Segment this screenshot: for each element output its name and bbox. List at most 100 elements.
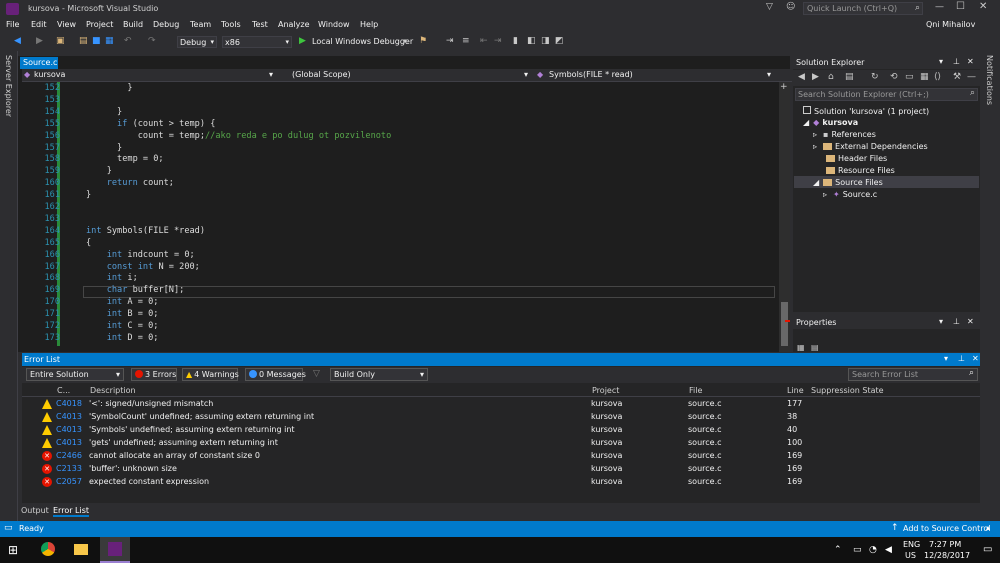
open-icon[interactable]: ▤ bbox=[79, 36, 88, 46]
feedback-icon[interactable]: ☺ bbox=[786, 2, 795, 12]
col-file[interactable]: File bbox=[689, 386, 702, 395]
error-row[interactable]: C4013 'gets' undefined; assuming extern r… bbox=[22, 437, 980, 450]
wrench-icon[interactable]: ⚒ bbox=[953, 72, 961, 82]
server-explorer-tab[interactable]: Server Explorer bbox=[4, 55, 13, 117]
error-row[interactable]: ✕ C2133 'buffer': unknown size kursova sourc… bbox=[22, 463, 980, 476]
minimize-button[interactable]: — bbox=[935, 2, 944, 12]
collapsed-arrow-icon[interactable]: ▹ bbox=[813, 130, 817, 139]
bookmark-next-icon[interactable]: ◨ bbox=[541, 36, 550, 46]
code-line[interactable]: 156 count = temp;//ako reda e po dulug o… bbox=[22, 131, 780, 143]
chevron-down-icon[interactable]: ▾ bbox=[269, 70, 273, 81]
menu-team[interactable]: Team bbox=[190, 20, 211, 29]
scrollbar-thumb[interactable] bbox=[781, 302, 788, 346]
code-text[interactable]: return count; bbox=[86, 178, 174, 188]
code-line[interactable]: 152 } bbox=[22, 83, 780, 95]
error-code[interactable]: C2133 bbox=[56, 464, 82, 473]
nav-member-dropdown[interactable]: Symbols(FILE * read) bbox=[549, 70, 633, 81]
clock-date[interactable]: 12/28/2017 bbox=[924, 551, 970, 560]
code-text[interactable]: int indcount = 0; bbox=[86, 250, 195, 260]
code-text[interactable]: const int N = 200; bbox=[86, 262, 200, 272]
close-icon[interactable]: ✕ bbox=[972, 354, 979, 363]
filter-icon[interactable]: ▽ bbox=[313, 369, 320, 379]
error-row[interactable]: ✕ C2057 expected constant expression kursov… bbox=[22, 476, 980, 489]
code-line[interactable]: 160 return count; bbox=[22, 178, 780, 190]
attach-icon[interactable]: ⚑ bbox=[419, 36, 427, 46]
bookmark-clear-icon[interactable]: ◩ bbox=[555, 36, 564, 46]
code-text[interactable]: char buffer[N]; bbox=[86, 285, 185, 295]
menu-analyze[interactable]: Analyze bbox=[278, 20, 310, 29]
run-dropdown-icon[interactable]: ▾ bbox=[403, 37, 407, 45]
code-line[interactable]: 167 const int N = 200; bbox=[22, 262, 780, 274]
code-text[interactable]: } bbox=[86, 83, 132, 93]
format-icon[interactable]: ≡ bbox=[462, 36, 470, 46]
run-debugger-button[interactable]: Local Windows Debugger bbox=[312, 37, 413, 46]
volume-icon[interactable]: ◀ bbox=[885, 545, 892, 555]
code-line[interactable]: 163 bbox=[22, 214, 780, 226]
error-code[interactable]: C4018 bbox=[56, 399, 82, 408]
code-line[interactable]: 172 int C = 0; bbox=[22, 321, 780, 333]
clock-time[interactable]: 7:27 PM bbox=[929, 540, 961, 549]
code-line[interactable]: 169 char buffer[N]; bbox=[22, 285, 780, 297]
code-text[interactable]: } bbox=[86, 107, 122, 117]
code-line[interactable]: 159 } bbox=[22, 166, 780, 178]
bookmark-icon[interactable]: ▮ bbox=[513, 36, 518, 46]
source-control-button[interactable]: Add to Source Control bbox=[903, 524, 991, 533]
code-text[interactable]: count = temp;//ako reda e po dulug ot po… bbox=[86, 131, 392, 141]
forward-icon[interactable]: ▶ bbox=[36, 36, 43, 46]
split-icon[interactable]: + bbox=[780, 82, 788, 92]
preview-icon[interactable]: — bbox=[967, 72, 976, 82]
code-line[interactable]: 162 bbox=[22, 202, 780, 214]
solution-explorer-search[interactable]: Search Solution Explorer (Ctrl+;) ⌕ bbox=[795, 88, 978, 101]
error-code[interactable]: C2057 bbox=[56, 477, 82, 486]
code-text[interactable]: } bbox=[86, 166, 112, 176]
code-line[interactable]: 166 int indcount = 0; bbox=[22, 250, 780, 262]
tab-error-list[interactable]: Error List bbox=[53, 506, 90, 517]
build-filter-dropdown[interactable]: Build Only ▾ bbox=[330, 368, 428, 381]
windows-start-icon[interactable]: ⊞ bbox=[8, 543, 18, 557]
expanded-arrow-icon[interactable]: ◢ bbox=[803, 118, 809, 127]
code-line[interactable]: 161} bbox=[22, 190, 780, 202]
file-explorer-icon[interactable] bbox=[74, 544, 88, 555]
code-line[interactable]: 171 int B = 0; bbox=[22, 309, 780, 321]
chevron-up-icon[interactable]: ▴ bbox=[986, 523, 990, 532]
error-code[interactable]: C4013 bbox=[56, 425, 82, 434]
code-text[interactable]: } bbox=[86, 143, 122, 153]
code-text[interactable]: if (count > temp) { bbox=[86, 119, 215, 129]
editor-vertical-scrollbar[interactable]: + bbox=[779, 82, 790, 352]
pin-icon[interactable]: ⊥ bbox=[958, 354, 965, 363]
visual-studio-taskbar-icon[interactable] bbox=[100, 537, 130, 563]
messages-filter-button[interactable]: 0 Messages bbox=[245, 368, 306, 381]
close-icon[interactable]: ✕ bbox=[967, 57, 974, 66]
col-line[interactable]: Line bbox=[787, 386, 804, 395]
chevron-down-icon[interactable]: ▾ bbox=[767, 70, 771, 81]
pin-dropdown-icon[interactable]: ▾ bbox=[939, 317, 943, 326]
tree-source-files[interactable]: ◢ Source Files bbox=[813, 178, 883, 187]
code-text[interactable]: int D = 0; bbox=[86, 333, 159, 343]
pin-dropdown-icon[interactable]: ▾ bbox=[944, 354, 948, 363]
error-row[interactable]: C4018 '<': signed/unsigned mismatch kursov… bbox=[22, 398, 980, 411]
pin-dropdown-icon[interactable]: ▾ bbox=[939, 57, 943, 66]
close-button[interactable]: ✕ bbox=[979, 1, 987, 12]
categorized-icon[interactable]: ▦ bbox=[797, 343, 805, 352]
platform-dropdown[interactable]: x86 ▾ bbox=[222, 36, 292, 48]
code-text[interactable]: int C = 0; bbox=[86, 321, 159, 331]
refresh-icon[interactable]: ↻ bbox=[871, 72, 879, 82]
code-text[interactable]: int A = 0; bbox=[86, 297, 159, 307]
pending-icon[interactable]: ⟲ bbox=[890, 72, 898, 82]
tree-header-files[interactable]: Header Files bbox=[826, 154, 887, 163]
code-line[interactable]: 164 int Symbols(FILE *read) bbox=[22, 226, 780, 238]
code-line[interactable]: 158 temp = 0; bbox=[22, 154, 780, 166]
code-view-icon[interactable]: ⟨⟩ bbox=[934, 72, 941, 82]
error-row[interactable]: ✕ C2466 cannot allocate an array of consta… bbox=[22, 450, 980, 463]
chevron-down-icon[interactable]: ▾ bbox=[524, 70, 528, 81]
code-text[interactable]: temp = 0; bbox=[86, 154, 164, 164]
tray-chevron-icon[interactable]: ⌃ bbox=[834, 545, 842, 555]
error-code[interactable]: C4013 bbox=[56, 412, 82, 421]
save-all-icon[interactable]: ▦ bbox=[105, 36, 114, 46]
language-bottom[interactable]: US bbox=[905, 551, 916, 560]
play-icon[interactable]: ▶ bbox=[299, 36, 306, 46]
menu-test[interactable]: Test bbox=[252, 20, 268, 29]
maximize-button[interactable]: ☐ bbox=[956, 1, 965, 12]
upload-icon[interactable]: ↑ bbox=[891, 523, 899, 533]
network-icon[interactable]: ◔ bbox=[869, 545, 877, 555]
